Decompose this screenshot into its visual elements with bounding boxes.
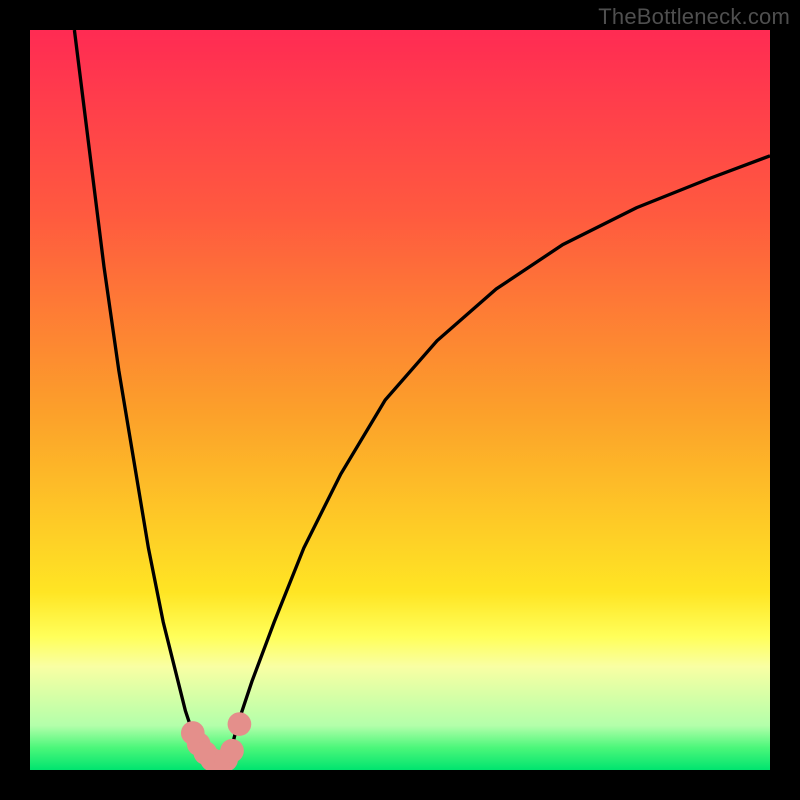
curves-svg [30, 30, 770, 770]
chart-frame: TheBottleneck.com [0, 0, 800, 800]
left-curve [74, 30, 215, 770]
valley-markers [181, 712, 251, 770]
right-curve [222, 156, 770, 770]
valley-marker [228, 712, 252, 736]
watermark-text: TheBottleneck.com [598, 4, 790, 30]
plot-area [30, 30, 770, 770]
valley-marker [220, 739, 244, 763]
